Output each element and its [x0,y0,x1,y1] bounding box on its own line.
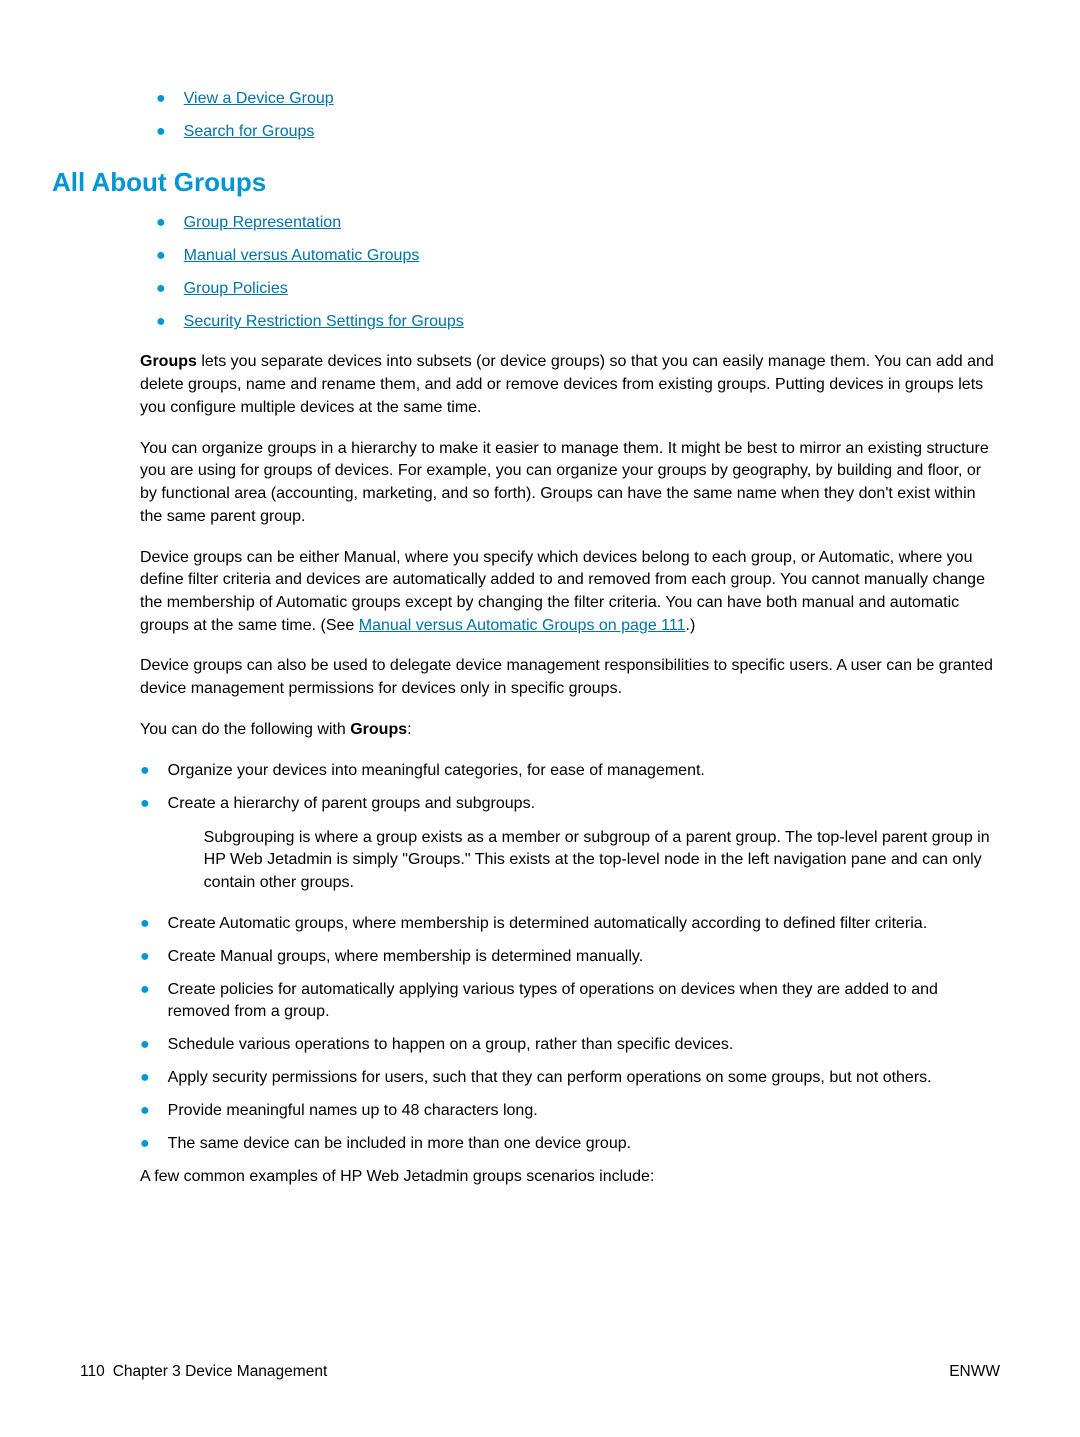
link-manual-vs-automatic[interactable]: Manual versus Automatic Groups [184,247,420,264]
bullet-icon: ● [140,979,150,1001]
page-number: 110 [80,1363,105,1381]
body-text: lets you separate devices into subsets (… [140,353,994,415]
list-item: ● The same device can be included in mor… [140,1133,1000,1155]
list-item: ● Create Manual groups, where membership… [140,946,1000,968]
bullet-icon: ● [140,1067,150,1089]
body-text: .) [686,617,696,634]
list-item: ● Search for Groups [156,121,1000,143]
link-group-policies[interactable]: Group Policies [184,280,288,297]
bullet-text: Schedule various operations to happen on… [168,1034,1000,1056]
list-item: ● Schedule various operations to happen … [140,1034,1000,1056]
bullet-text: Create policies for automatically applyi… [168,979,1000,1023]
bullet-icon: ● [156,212,166,234]
link-group-representation[interactable]: Group Representation [184,214,341,231]
list-item: ● View a Device Group [156,88,1000,110]
sub-paragraph: Subgrouping is where a group exists as a… [204,827,1000,895]
page-footer: 110 Chapter 3 Device Management ENWW [80,1363,1000,1381]
list-item: ● Create a hierarchy of parent groups an… [140,793,1000,895]
bold-text: Groups [140,353,197,370]
link-manual-vs-automatic-inline[interactable]: Manual versus Automatic Groups on page 1… [359,617,686,634]
feature-list: ● Organize your devices into meaningful … [140,760,1000,1156]
list-item: ● Organize your devices into meaningful … [140,760,1000,782]
page-content: ● View a Device Group ● Search for Group… [0,0,1080,1189]
bullet-icon: ● [140,1034,150,1056]
body-text: : [407,721,411,738]
list-item: ● Security Restriction Settings for Grou… [156,311,1000,333]
bullet-main-text: Create a hierarchy of parent groups and … [168,795,535,812]
body-text: You can do the following with [140,721,350,738]
paragraph: Device groups can also be used to delega… [140,655,1000,700]
bullet-icon: ● [156,278,166,300]
list-item: ● Apply security permissions for users, … [140,1067,1000,1089]
link-security-restriction[interactable]: Security Restriction Settings for Groups [184,313,464,330]
bullet-icon: ● [140,913,150,935]
list-item: ● Create policies for automatically appl… [140,979,1000,1023]
bold-text: Groups [350,721,407,738]
list-item: ● Create Automatic groups, where members… [140,913,1000,935]
section-heading: All About Groups [52,167,1000,198]
section-link-list: ● Group Representation ● Manual versus A… [156,212,1000,333]
list-item: ● Group Representation [156,212,1000,234]
list-item: ● Provide meaningful names up to 48 char… [140,1100,1000,1122]
bullet-text: Provide meaningful names up to 48 charac… [168,1100,1000,1122]
paragraph: Device groups can be either Manual, wher… [140,547,1000,638]
list-item: ● Manual versus Automatic Groups [156,245,1000,267]
paragraph: A few common examples of HP Web Jetadmin… [140,1166,1000,1189]
bullet-text: Apply security permissions for users, su… [168,1067,1000,1089]
bullet-icon: ● [156,121,166,143]
link-view-device-group[interactable]: View a Device Group [184,90,334,107]
bullet-icon: ● [140,793,150,815]
bullet-icon: ● [140,1133,150,1155]
link-search-for-groups[interactable]: Search for Groups [184,123,315,140]
list-item: ● Group Policies [156,278,1000,300]
paragraph: You can organize groups in a hierarchy t… [140,438,1000,529]
bullet-icon: ● [140,946,150,968]
bullet-text: Create Automatic groups, where membershi… [168,913,1000,935]
bullet-icon: ● [156,88,166,110]
footer-right: ENWW [949,1363,1000,1381]
bullet-icon: ● [156,245,166,267]
bullet-text: The same device can be included in more … [168,1133,1000,1155]
paragraph: You can do the following with Groups: [140,719,1000,742]
bullet-text: Organize your devices into meaningful ca… [168,760,1000,782]
bullet-text: Create Manual groups, where membership i… [168,946,1000,968]
bullet-icon: ● [140,760,150,782]
chapter-label: Chapter 3 Device Management [113,1363,328,1381]
bullet-icon: ● [156,311,166,333]
bullet-text: Create a hierarchy of parent groups and … [168,793,1000,895]
top-link-list: ● View a Device Group ● Search for Group… [156,88,1000,143]
paragraph: Groups lets you separate devices into su… [140,351,1000,419]
footer-left: 110 Chapter 3 Device Management [80,1363,327,1381]
bullet-icon: ● [140,1100,150,1122]
